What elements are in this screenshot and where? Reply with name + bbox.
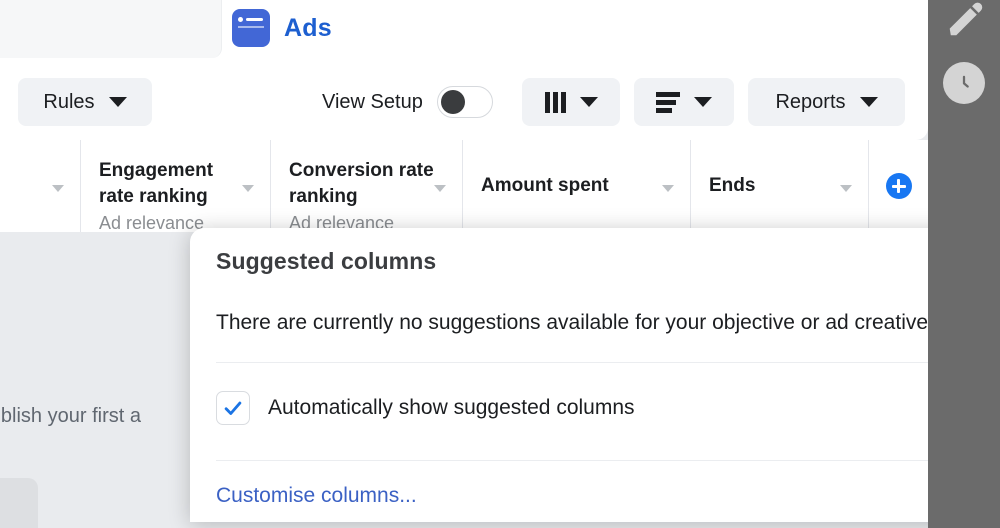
chevron-down-icon[interactable] xyxy=(662,185,674,192)
right-rail xyxy=(928,0,1000,528)
columns-icon xyxy=(544,91,566,113)
auto-show-suggested-columns-label: Automatically show suggested columns xyxy=(268,396,635,419)
column-header-title: Conversion rate ranking xyxy=(289,160,434,207)
table-column-header[interactable]: ce ... xyxy=(0,140,80,232)
chevron-down-icon xyxy=(579,97,598,107)
customise-columns-link[interactable]: Customise columns... xyxy=(216,484,417,508)
chevron-down-icon xyxy=(694,97,712,107)
chevron-down-icon[interactable] xyxy=(434,185,446,192)
table-column-header-ends[interactable]: Ends xyxy=(690,140,868,232)
toolbar: Rules View Setup Reports xyxy=(0,62,928,140)
rules-button[interactable]: Rules xyxy=(18,78,152,126)
columns-button[interactable] xyxy=(522,78,620,126)
chevron-down-icon[interactable] xyxy=(242,185,254,192)
chevron-down-icon xyxy=(108,97,127,107)
divider xyxy=(216,460,974,461)
ads-panel-icon xyxy=(232,9,270,47)
background-placeholder-block xyxy=(0,478,38,528)
clock-icon[interactable] xyxy=(943,62,985,104)
breakdown-icon xyxy=(656,91,680,113)
tab-ads-label: Ads xyxy=(284,13,332,42)
tab-strip: Ads xyxy=(0,0,928,62)
view-setup-toggle[interactable] xyxy=(436,86,493,118)
breakdown-button[interactable] xyxy=(634,78,734,126)
tab-inactive-panel[interactable] xyxy=(0,0,222,58)
view-setup-label: View Setup xyxy=(322,90,423,113)
suggested-columns-popover: Suggested columns There are currently no… xyxy=(190,228,1000,522)
table-header-row: ce ... Engagement rate ranking Ad releva… xyxy=(0,140,928,233)
plus-circle-icon[interactable] xyxy=(885,173,912,199)
table-column-header-conversion-rate-ranking[interactable]: Conversion rate ranking Ad relevance xyxy=(270,140,462,233)
popover-title: Suggested columns xyxy=(216,248,437,274)
toggle-knob xyxy=(440,90,465,114)
add-column-cell[interactable] xyxy=(868,140,928,232)
auto-show-suggested-columns-checkbox[interactable] xyxy=(216,391,250,425)
view-setup-control[interactable]: View Setup xyxy=(322,78,493,126)
reports-button-label: Reports xyxy=(775,90,846,113)
pencil-icon[interactable] xyxy=(942,0,986,44)
reports-button[interactable]: Reports xyxy=(748,78,905,126)
table-column-header-amount-spent[interactable]: Amount spent xyxy=(462,140,690,232)
auto-show-suggested-columns-row[interactable]: Automatically show suggested columns xyxy=(216,384,974,432)
chevron-down-icon[interactable] xyxy=(840,185,852,192)
column-header-title: Engagement rate ranking xyxy=(99,160,214,207)
table-column-header-engagement-rate-ranking[interactable]: Engagement rate ranking Ad relevance xyxy=(80,140,270,233)
chevron-down-icon xyxy=(859,97,878,107)
column-header-title: Amount spent xyxy=(481,175,609,196)
rules-button-label: Rules xyxy=(43,90,95,113)
popover-body-text: There are currently no suggestions avail… xyxy=(216,311,934,334)
tab-ads[interactable]: Ads xyxy=(232,0,332,56)
column-header-title: Ends xyxy=(709,175,756,196)
divider xyxy=(216,362,974,363)
chevron-down-icon[interactable] xyxy=(52,185,64,192)
